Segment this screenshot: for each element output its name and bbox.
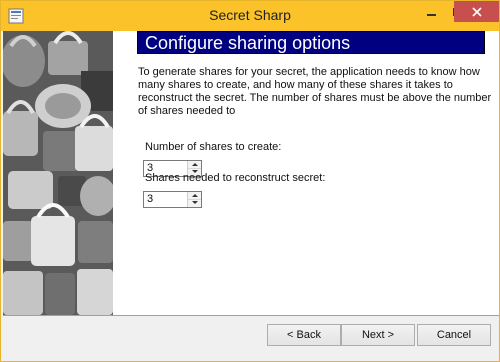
minimize-button[interactable]: [418, 1, 444, 22]
shares-needed-down-button[interactable]: [188, 199, 201, 206]
description-text: To generate shares for your secret, the …: [138, 66, 492, 117]
cancel-button[interactable]: Cancel: [417, 324, 491, 346]
arrow-down-icon: [191, 201, 198, 204]
wizard-window: Secret Sharp Configure sharing options T…: [0, 0, 500, 362]
shares-needed-label: Shares needed to reconstruct secret:: [145, 172, 326, 184]
close-button[interactable]: [454, 1, 499, 22]
footer-divider: [3, 315, 499, 316]
arrow-up-icon: [191, 194, 198, 197]
minimize-icon: [426, 13, 436, 16]
padlocks-image: [3, 31, 113, 315]
shares-needed-spin-buttons: [187, 192, 201, 207]
shares-needed-stepper[interactable]: 3: [143, 191, 202, 208]
arrow-up-icon: [191, 163, 198, 166]
shares-needed-value[interactable]: 3: [147, 193, 153, 205]
header-banner: Configure sharing options: [137, 31, 485, 54]
shares-to-create-label: Number of shares to create:: [145, 141, 282, 153]
page-title: Configure sharing options: [145, 33, 351, 53]
title-bar[interactable]: Secret Sharp: [1, 1, 499, 31]
back-button[interactable]: < Back: [267, 324, 341, 346]
next-button[interactable]: Next >: [341, 324, 415, 346]
content-panel: Configure sharing options To generate sh…: [113, 31, 499, 315]
close-icon: [471, 6, 482, 17]
